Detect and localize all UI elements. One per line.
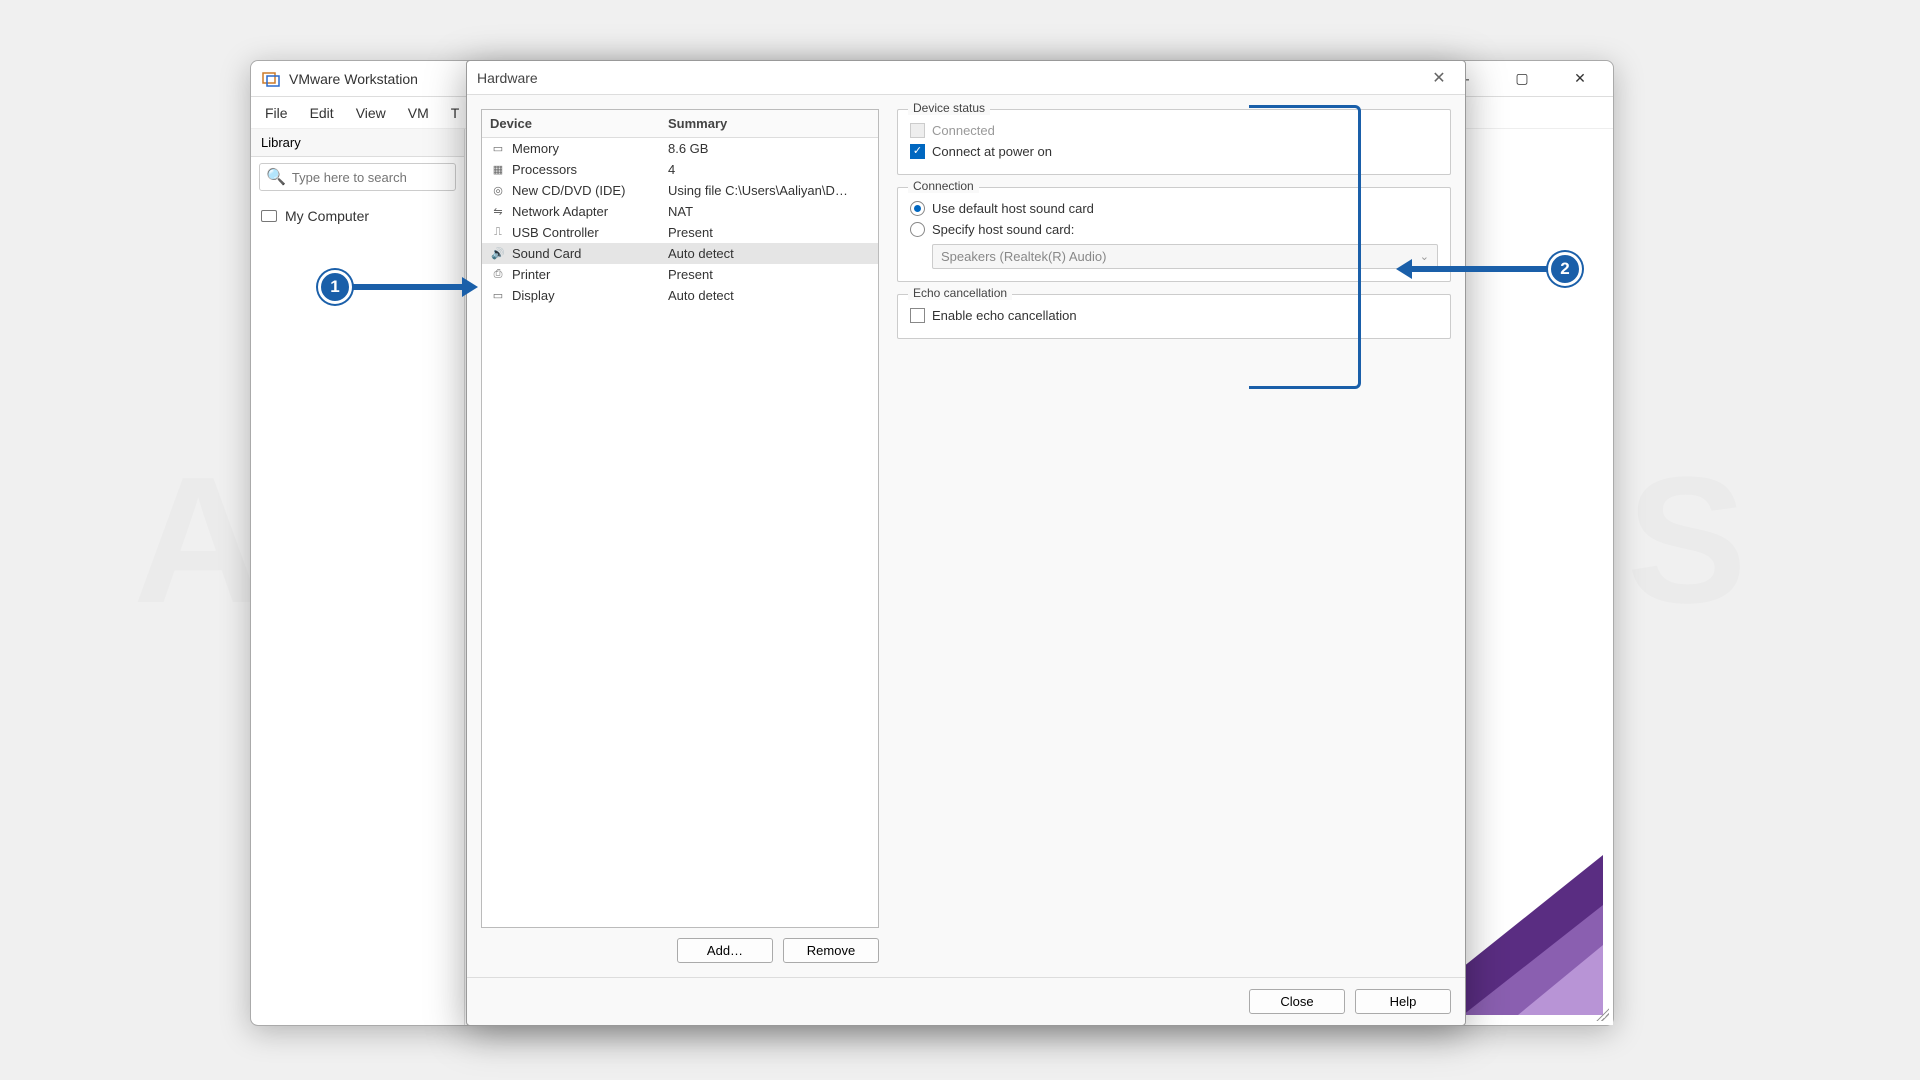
device-row[interactable]: ⇋ Network Adapter NAT [482,201,878,222]
dialog-footer: Close Help [467,977,1465,1025]
device-name: Sound Card [512,246,581,261]
help-button[interactable]: Help [1355,989,1451,1014]
sound-device-value: Speakers (Realtek(R) Audio) [941,249,1106,264]
device-panel: Device Summary ▭ Memory 8.6 GB ▦ Processors 4… [481,109,879,963]
device-name: Processors [512,162,577,177]
label-connect-poweron: Connect at power on [932,144,1052,159]
device-summary: Present [660,264,878,285]
device-name: Memory [512,141,559,156]
legend-connection: Connection [908,179,979,193]
maximize-button[interactable]: ▢ [1493,61,1551,96]
legend-device-status: Device status [908,101,990,115]
remove-device-button[interactable]: Remove [783,938,879,963]
network-icon: ⇋ [490,205,506,219]
disc-icon: ◎ [490,184,506,198]
cpu-icon: ▦ [490,163,506,177]
sidebar: Library 🔍 My Computer [251,129,465,1025]
sound-icon: 🔊 [490,247,506,261]
label-echo: Enable echo cancellation [932,308,1077,323]
search-box[interactable]: 🔍 [259,163,456,191]
device-summary: Present [660,222,878,243]
resize-grip-icon[interactable] [1593,1005,1609,1021]
device-row[interactable]: ▭ Display Auto detect [482,285,878,306]
tree-item-label: My Computer [285,208,369,224]
settings-panel: Device status Connected Connect at power… [897,109,1451,963]
app-icon [261,69,281,89]
library-tree: My Computer [251,197,464,235]
group-echo: Echo cancellation Enable echo cancellati… [897,294,1451,339]
device-row[interactable]: ⎍ USB Controller Present [482,222,878,243]
annotation-bracket [1249,105,1361,389]
device-summary: Auto detect [660,243,878,264]
group-connection: Connection Use default host sound card S… [897,187,1451,282]
menu-edit[interactable]: Edit [306,103,338,123]
usb-icon: ⎍ [490,226,506,240]
device-name: New CD/DVD (IDE) [512,183,625,198]
device-name: USB Controller [512,225,599,240]
close-dialog-button[interactable]: Close [1249,989,1345,1014]
device-name: Display [512,288,555,303]
device-summary: NAT [660,201,878,222]
search-input[interactable] [292,170,449,185]
callout-1: 1 [318,270,478,304]
device-row[interactable]: ▦ Processors 4 [482,159,878,180]
callout-2-bubble: 2 [1548,252,1582,286]
callout-1-bubble: 1 [318,270,352,304]
dialog-close-button[interactable]: ✕ [1423,68,1455,88]
group-device-status: Device status Connected Connect at power… [897,109,1451,175]
close-button[interactable]: ✕ [1551,61,1609,96]
menu-vm[interactable]: VM [404,103,433,123]
checkbox-echo[interactable] [910,308,925,323]
memory-icon: ▭ [490,142,506,156]
display-icon: ▭ [490,289,506,303]
device-list: Device Summary ▭ Memory 8.6 GB ▦ Processors 4… [481,109,879,928]
device-summary: Using file C:\Users\Aaliyan\D… [660,180,878,201]
col-device: Device [482,110,660,137]
radio-specify[interactable] [910,222,925,237]
device-summary: Auto detect [660,285,878,306]
label-specify: Specify host sound card: [932,222,1074,237]
device-row[interactable]: ⎙ Printer Present [482,264,878,285]
dialog-title: Hardware [477,70,1423,86]
search-icon: 🔍 [266,167,286,187]
col-summary: Summary [660,110,878,137]
legend-echo: Echo cancellation [908,286,1012,300]
computer-icon [261,210,277,222]
tree-item-mycomputer[interactable]: My Computer [261,205,454,227]
sound-device-select: Speakers (Realtek(R) Audio) ⌄ [932,244,1438,269]
menu-more[interactable]: T [447,103,464,123]
device-summary: 4 [660,159,878,180]
hardware-dialog: Hardware ✕ Device Summary ▭Memory8.6 GB▦… [466,60,1466,1026]
callout-2: 2 [1396,252,1582,286]
device-list-header: Device Summary [482,110,878,138]
dialog-titlebar: Hardware ✕ [467,61,1465,95]
label-connected: Connected [932,123,995,138]
radio-use-default[interactable] [910,201,925,216]
device-name: Network Adapter [512,204,608,219]
menu-view[interactable]: View [352,103,390,123]
add-device-button[interactable]: Add… [677,938,773,963]
device-summary: 8.6 GB [660,138,878,159]
device-row[interactable]: ◎ New CD/DVD (IDE) Using file C:\Users\Aal… [482,180,878,201]
sidebar-header: Library [251,129,464,157]
device-row[interactable]: ▭ Memory 8.6 GB [482,138,878,159]
device-row[interactable]: 🔊 Sound Card Auto detect [482,243,878,264]
device-name: Printer [512,267,550,282]
checkbox-connect-poweron[interactable] [910,144,925,159]
printer-icon: ⎙ [490,268,506,282]
checkbox-connected [910,123,925,138]
menu-file[interactable]: File [261,103,292,123]
label-use-default: Use default host sound card [932,201,1094,216]
